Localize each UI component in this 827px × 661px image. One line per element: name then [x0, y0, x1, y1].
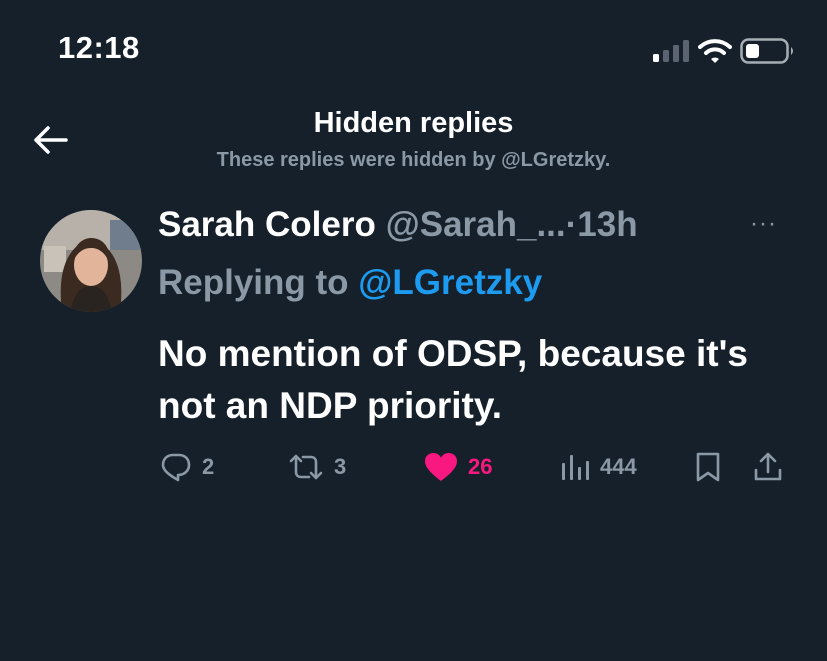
bookmark-icon — [696, 452, 720, 482]
replying-to: Replying to @LGretzky — [158, 263, 542, 303]
author-handle[interactable]: @Sarah_... — [386, 205, 566, 244]
reply-button[interactable]: 2 — [160, 450, 214, 484]
tweet-text: No mention of ODSP, because it's not an … — [158, 333, 748, 426]
like-count: 26 — [468, 454, 493, 479]
status-time: 12:18 — [58, 30, 140, 65]
avatar-image — [40, 210, 142, 312]
bar-chart-icon — [562, 455, 589, 480]
heart-icon — [425, 453, 457, 481]
wifi-icon — [698, 39, 732, 63]
more-options-button[interactable]: ··· — [750, 210, 790, 240]
replying-to-label: Replying to — [158, 263, 349, 302]
comment-icon — [161, 453, 191, 482]
tweet-header: Sarah Colero @Sarah_...·13h — [158, 205, 638, 245]
battery-icon — [740, 38, 793, 64]
author-name[interactable]: Sarah Colero — [158, 205, 376, 244]
share-button[interactable] — [753, 450, 783, 484]
retweet-count: 3 — [334, 454, 347, 479]
signal-icon — [653, 40, 689, 62]
separator-dot: · — [565, 205, 578, 244]
retweet-icon — [289, 454, 323, 480]
tweet-time[interactable]: 13h — [577, 205, 637, 244]
avatar[interactable] — [40, 210, 142, 312]
page-subtitle: These replies were hidden by @LGretzky. — [216, 149, 611, 171]
replying-to-mention[interactable]: @LGretzky — [358, 263, 542, 302]
bookmark-button[interactable] — [695, 450, 721, 484]
more-icon: ··· — [750, 210, 777, 237]
page-title: Hidden replies — [313, 107, 514, 139]
views-button[interactable]: 444 — [560, 450, 637, 484]
like-button[interactable]: 26 — [424, 450, 492, 484]
views-count: 444 — [600, 454, 637, 479]
share-icon — [754, 452, 782, 481]
retweet-button[interactable]: 3 — [288, 450, 346, 484]
reply-count: 2 — [202, 454, 215, 479]
hidden-replies-screen: 12:18 Hidden replies These replies were … — [0, 0, 827, 661]
